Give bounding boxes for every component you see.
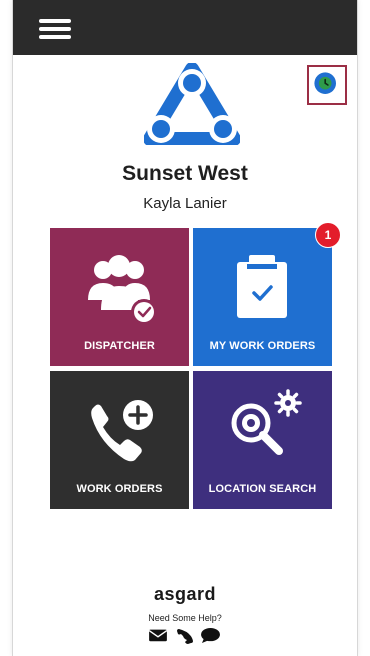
dispatcher-tile[interactable]: DISPATCHER xyxy=(50,228,189,366)
user-name: Kayla Lanier xyxy=(143,195,227,212)
tile-label-location-search: LOCATION SEARCH xyxy=(208,483,317,495)
my-work-orders-tile[interactable]: MY WORK ORDERS xyxy=(193,228,332,366)
app-frame: Sunset West Kayla Lanier DISPATCHER MY W… xyxy=(13,0,357,656)
users-check-icon xyxy=(88,255,157,325)
tile-label-my-work-orders: MY WORK ORDERS xyxy=(209,340,316,352)
brand-name: asgard xyxy=(153,584,217,604)
contact-icons xyxy=(148,627,222,647)
phone-plus-icon xyxy=(91,400,153,462)
org-name: Sunset West xyxy=(122,162,248,185)
hamburger-icon[interactable] xyxy=(39,19,71,40)
help-text: Need Some Help? xyxy=(148,613,222,623)
phone-icon[interactable] xyxy=(176,627,194,650)
search-gears-icon xyxy=(231,389,302,455)
top-bar xyxy=(13,0,357,55)
notification-badge: 1 xyxy=(315,222,341,248)
work-orders-tile[interactable]: WORK ORDERS xyxy=(50,371,189,509)
tile-label-work-orders: WORK ORDERS xyxy=(76,483,163,495)
envelope-icon[interactable] xyxy=(148,627,168,648)
clipboard-check-icon xyxy=(237,255,287,318)
location-search-tile[interactable]: LOCATION SEARCH xyxy=(193,371,332,509)
tile-label-dispatcher: DISPATCHER xyxy=(84,340,155,352)
status-clock-button[interactable] xyxy=(307,65,347,105)
app-logo xyxy=(144,63,240,145)
chat-icon[interactable] xyxy=(200,627,221,649)
clock-icon xyxy=(314,72,336,94)
